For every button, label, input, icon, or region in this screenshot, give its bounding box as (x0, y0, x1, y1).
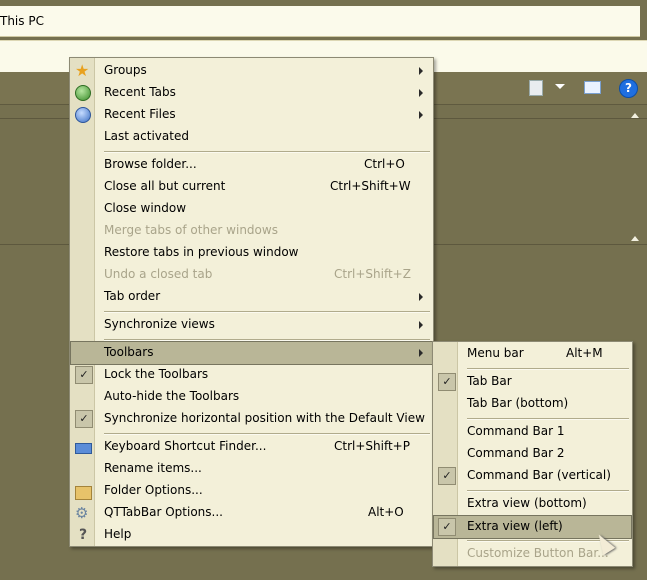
menu-item-label: Tab Bar (467, 374, 512, 388)
menu-item-label: Restore tabs in previous window (104, 245, 299, 259)
menu-item-undo-closed-tab: Undo a closed tab Ctrl+Shift+Z (71, 264, 432, 286)
star-icon: ★ (75, 61, 90, 80)
view-icon[interactable] (529, 80, 543, 96)
help-icon: ? (78, 527, 88, 543)
menu-item-lock-toolbars[interactable]: ✓ Lock the Toolbars (71, 364, 432, 386)
menu-item-label: Last activated (104, 129, 189, 143)
recent-tabs-icon (75, 85, 91, 101)
collapse-up-icon[interactable] (631, 113, 639, 118)
submenu-item-extra-view-bottom[interactable]: Extra view (bottom) (434, 493, 631, 515)
menu-item-shortcut: Alt+O (368, 505, 404, 519)
menu-item-label: Customize Button Bar... (467, 546, 609, 560)
folder-options-icon (75, 486, 92, 500)
menu-item-toolbars[interactable]: Toolbars (70, 341, 433, 365)
submenu-item-tab-bar[interactable]: ✓ Tab Bar (434, 371, 631, 393)
recent-files-icon (75, 107, 91, 123)
address-text: This PC (0, 14, 44, 28)
submenu-arrow-icon (419, 293, 423, 301)
menu-item-label: Keyboard Shortcut Finder... (104, 439, 267, 453)
checkmark-icon: ✓ (438, 467, 456, 485)
address-bar[interactable]: This PC (0, 6, 640, 37)
menu-item-last-activated[interactable]: Last activated (71, 126, 432, 148)
menu-item-restore-tabs[interactable]: Restore tabs in previous window (71, 242, 432, 264)
menu-item-label: Recent Files (104, 107, 176, 121)
menu-item-label: Browse folder... (104, 157, 197, 171)
menu-item-browse-folder[interactable]: Browse folder... Ctrl+O (71, 154, 432, 176)
submenu-arrow-icon (419, 349, 423, 357)
menu-item-auto-hide-toolbars[interactable]: Auto-hide the Toolbars (71, 386, 432, 408)
menu-item-sync-horizontal[interactable]: ✓ Synchronize horizontal position with t… (71, 408, 432, 430)
menu-item-label: Command Bar (vertical) (467, 468, 611, 482)
keyboard-icon (75, 443, 92, 454)
preview-pane-icon[interactable] (584, 81, 601, 94)
menu-item-shortcut: Ctrl+Shift+P (334, 439, 410, 453)
menu-item-close-all-but-current[interactable]: Close all but current Ctrl+Shift+W (71, 176, 432, 198)
menu-item-shortcut: Ctrl+O (364, 157, 405, 171)
menu-separator (104, 311, 430, 313)
menu-item-label: Groups (104, 63, 147, 77)
menu-item-label: Tab Bar (bottom) (467, 396, 569, 410)
menu-item-label: Help (104, 527, 132, 541)
menu-separator (467, 490, 629, 492)
checkmark-icon: ✓ (75, 410, 93, 428)
checkmark-icon: ✓ (438, 373, 456, 391)
context-menu: ★ Groups Recent Tabs Recent Files Last a… (69, 57, 434, 547)
submenu-item-command-bar-1[interactable]: Command Bar 1 (434, 421, 631, 443)
menu-separator (104, 151, 430, 153)
submenu-item-menu-bar[interactable]: Menu bar Alt+M (434, 343, 631, 365)
menu-item-help[interactable]: ? Help (71, 524, 432, 546)
menu-item-label: Rename items... (104, 461, 202, 475)
menu-item-label: Lock the Toolbars (104, 367, 209, 381)
help-circle-icon[interactable]: ? (619, 79, 638, 98)
chevron-down-icon[interactable] (555, 84, 565, 89)
menu-item-merge-tabs: Merge tabs of other windows (71, 220, 432, 242)
menu-item-label: Tab order (104, 289, 161, 303)
menu-item-recent-files[interactable]: Recent Files (71, 104, 432, 126)
menu-item-label: Close window (104, 201, 187, 215)
menu-item-groups[interactable]: ★ Groups (71, 60, 432, 82)
menu-item-qttabbar-options[interactable]: ⚙ QTTabBar Options... Alt+O (71, 502, 432, 524)
menu-item-label: Undo a closed tab (104, 267, 213, 281)
submenu-arrow-icon (419, 89, 423, 97)
menu-item-shortcut: Alt+M (566, 346, 603, 360)
menu-item-tab-order[interactable]: Tab order (71, 286, 432, 308)
submenu-item-command-bar-2[interactable]: Command Bar 2 (434, 443, 631, 465)
menu-item-shortcut: Ctrl+Shift+W (330, 179, 411, 193)
menu-item-label: Synchronize horizontal position with the… (104, 411, 425, 425)
menu-item-label: Recent Tabs (104, 85, 176, 99)
checkmark-icon: ✓ (75, 366, 93, 384)
menu-item-label: Folder Options... (104, 483, 203, 497)
checkmark-icon: ✓ (438, 518, 456, 536)
menu-item-synchronize-views[interactable]: Synchronize views (71, 314, 432, 336)
menu-item-label: Command Bar 2 (467, 446, 565, 460)
collapse-up-icon[interactable] (631, 236, 639, 241)
menu-item-label: QTTabBar Options... (104, 505, 223, 519)
submenu-arrow-icon (419, 111, 423, 119)
menu-item-rename-items[interactable]: Rename items... (71, 458, 432, 480)
menu-item-label: Merge tabs of other windows (104, 223, 278, 237)
menu-item-label: Synchronize views (104, 317, 215, 331)
submenu-arrow-icon (419, 67, 423, 75)
menu-item-label: Menu bar (467, 346, 524, 360)
menu-separator (104, 433, 430, 435)
menu-item-keyboard-shortcut-finder[interactable]: Keyboard Shortcut Finder... Ctrl+Shift+P (71, 436, 432, 458)
menu-item-label: Extra view (left) (467, 519, 563, 533)
menu-item-label: Command Bar 1 (467, 424, 565, 438)
menu-item-label: Extra view (bottom) (467, 496, 587, 510)
menu-item-folder-options[interactable]: Folder Options... (71, 480, 432, 502)
submenu-item-tab-bar-bottom[interactable]: Tab Bar (bottom) (434, 393, 631, 415)
submenu-arrow-icon (419, 321, 423, 329)
menu-separator (467, 368, 629, 370)
menu-item-close-window[interactable]: Close window (71, 198, 432, 220)
menu-item-label: Auto-hide the Toolbars (104, 389, 240, 403)
menu-separator (467, 418, 629, 420)
gear-icon: ⚙ (75, 504, 89, 522)
menu-item-shortcut: Ctrl+Shift+Z (334, 267, 411, 281)
menu-item-recent-tabs[interactable]: Recent Tabs (71, 82, 432, 104)
menu-item-label: Toolbars (104, 345, 154, 359)
submenu-item-command-bar-vertical[interactable]: ✓ Command Bar (vertical) (434, 465, 631, 487)
menu-item-label: Close all but current (104, 179, 226, 193)
